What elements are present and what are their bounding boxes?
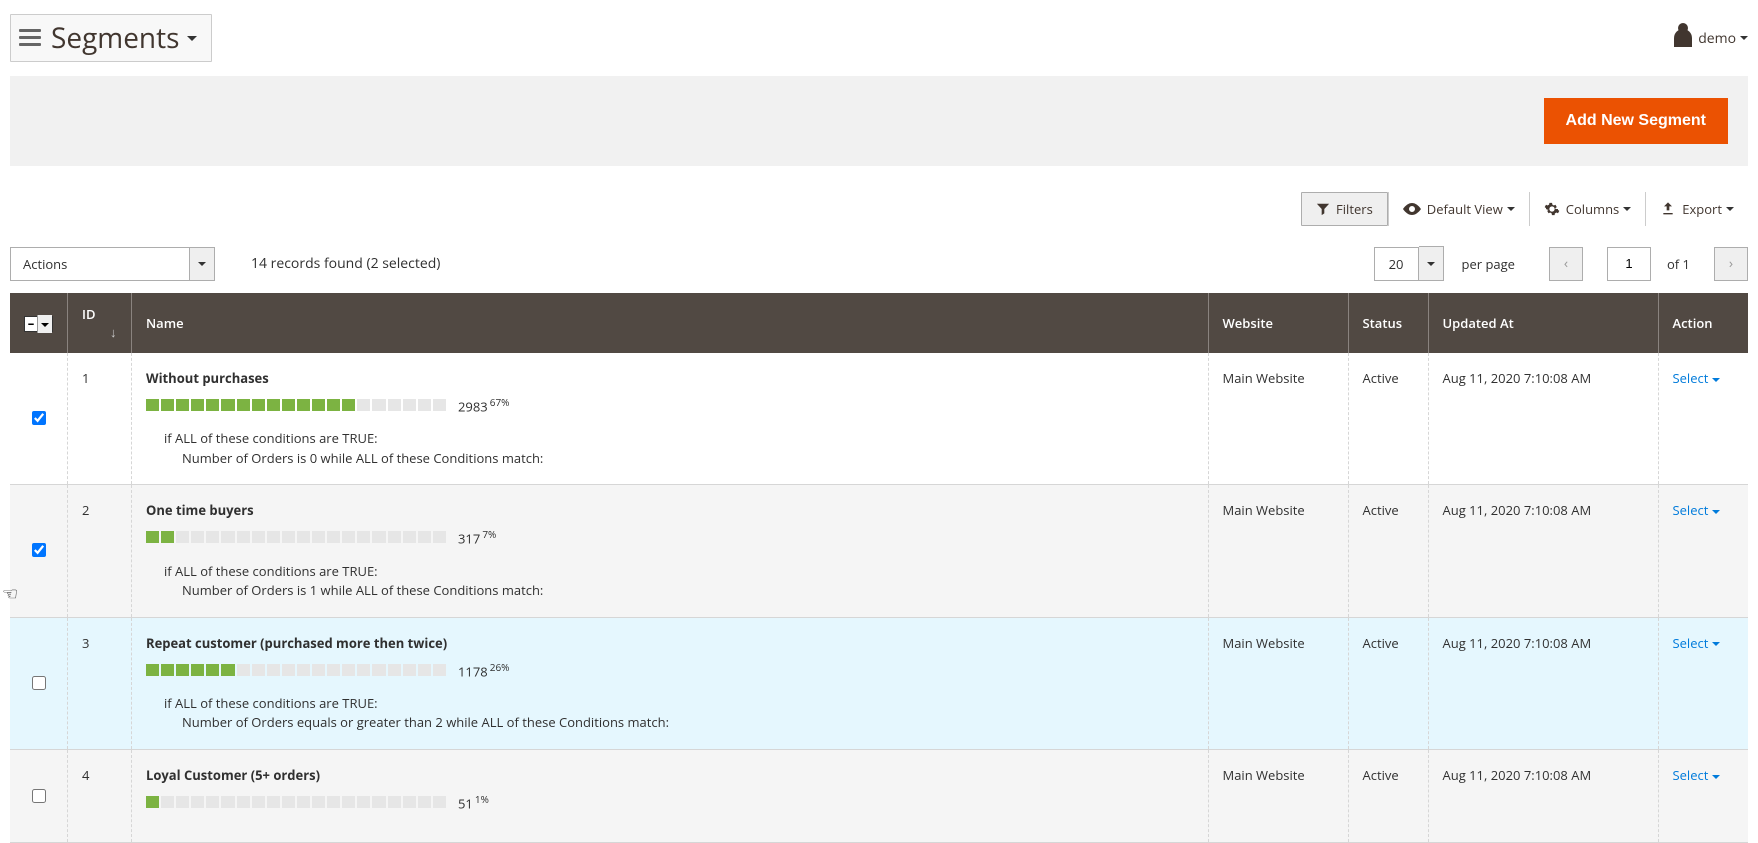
row-updated-at: Aug 11, 2020 7:10:08 AM (1428, 485, 1658, 617)
row-select-action[interactable]: Select (1673, 766, 1721, 784)
row-status: Active (1348, 485, 1428, 617)
row-website: Main Website (1208, 485, 1348, 617)
page-title[interactable]: Segments (10, 14, 212, 62)
row-count: 117826% (458, 660, 509, 680)
gear-icon (1544, 201, 1560, 217)
row-select-action[interactable]: Select (1673, 369, 1721, 387)
menu-icon (19, 29, 41, 47)
actions-label: Actions (10, 247, 190, 281)
progress-bar (146, 399, 446, 411)
chevron-down-icon (1623, 207, 1631, 211)
chevron-down-icon (37, 315, 52, 333)
row-id: 4 (68, 749, 132, 842)
row-name: Loyal Customer (5+ orders) (146, 766, 1194, 784)
chevron-down-icon (187, 29, 197, 48)
chevron-down-icon (1712, 510, 1720, 514)
user-menu[interactable]: demo (1674, 29, 1748, 48)
per-page-select[interactable]: 20 (1374, 246, 1444, 281)
columns-button[interactable]: Columns (1529, 192, 1645, 226)
row-updated-at: Aug 11, 2020 7:10:08 AM (1428, 353, 1658, 485)
row-website: Main Website (1208, 617, 1348, 749)
row-status: Active (1348, 617, 1428, 749)
chevron-down-icon (190, 247, 215, 281)
column-header-status[interactable]: Status (1348, 293, 1428, 353)
chevron-down-icon (1726, 207, 1734, 211)
row-id: 3 (68, 617, 132, 749)
table-row[interactable]: 3 Repeat customer (purchased more then tw… (10, 617, 1748, 749)
add-new-segment-button[interactable]: Add New Segment (1544, 98, 1728, 144)
chevron-down-icon (1740, 36, 1748, 40)
row-name: One time buyers (146, 501, 1194, 519)
page-title-text: Segments (51, 19, 179, 57)
records-found-text: 14 records found (2 selected) (251, 254, 440, 273)
chevron-down-icon (1507, 207, 1515, 211)
column-header-checkbox[interactable]: – (10, 293, 68, 353)
page-number-input[interactable] (1607, 247, 1651, 281)
eye-icon (1403, 202, 1421, 216)
progress-bar (146, 664, 446, 676)
row-website: Main Website (1208, 749, 1348, 842)
export-button[interactable]: Export (1645, 192, 1748, 226)
per-page-label: per page (1462, 255, 1515, 273)
indeterminate-icon: – (25, 318, 37, 329)
filters-button[interactable]: Filters (1301, 192, 1388, 226)
row-checkbox[interactable] (32, 411, 46, 425)
page-total-label: of 1 (1667, 255, 1690, 273)
row-select-action[interactable]: Select (1673, 501, 1721, 519)
row-count: 3177% (458, 527, 496, 547)
column-header-name[interactable]: Name (132, 293, 1209, 353)
row-name: Repeat customer (purchased more then twi… (146, 634, 1194, 652)
table-row[interactable]: 1 Without purchases 298367% if ALL of these… (10, 353, 1748, 485)
user-icon (1674, 29, 1692, 47)
row-count: 298367% (458, 395, 509, 415)
row-status: Active (1348, 353, 1428, 485)
table-row[interactable]: 4 Loyal Customer (5+ orders) 511% Main Webs… (10, 749, 1748, 842)
row-conditions: if ALL of these conditions are TRUE:Numb… (164, 429, 1194, 468)
progress-bar (146, 796, 446, 808)
sort-arrow-icon (110, 323, 117, 341)
row-updated-at: Aug 11, 2020 7:10:08 AM (1428, 617, 1658, 749)
export-label: Export (1682, 200, 1722, 218)
row-id: 2 (68, 485, 132, 617)
chevron-down-icon (1712, 775, 1720, 779)
column-header-website[interactable]: Website (1208, 293, 1348, 353)
progress-bar (146, 531, 446, 543)
actions-dropdown[interactable]: Actions (10, 247, 215, 281)
chevron-down-icon (1419, 246, 1444, 281)
row-pct: 67% (490, 395, 510, 409)
row-pct: 1% (475, 792, 489, 806)
row-updated-at: Aug 11, 2020 7:10:08 AM (1428, 749, 1658, 842)
chevron-down-icon (1712, 378, 1720, 382)
default-view-button[interactable]: Default View (1388, 192, 1529, 226)
row-conditions: if ALL of these conditions are TRUE:Numb… (164, 562, 1194, 601)
column-header-updated-at[interactable]: Updated At (1428, 293, 1658, 353)
row-status: Active (1348, 749, 1428, 842)
default-view-label: Default View (1427, 200, 1503, 218)
column-header-id[interactable]: ID (68, 293, 132, 353)
chevron-down-icon (1712, 642, 1720, 646)
next-page-button[interactable]: › (1714, 247, 1748, 281)
row-id: 1 (68, 353, 132, 485)
filter-icon (1316, 202, 1330, 216)
column-header-action[interactable]: Action (1658, 293, 1748, 353)
row-website: Main Website (1208, 353, 1348, 485)
table-row[interactable]: 2 One time buyers 3177% if ALL of these con… (10, 485, 1748, 617)
row-pct: 26% (490, 660, 510, 674)
filters-label: Filters (1336, 200, 1373, 218)
prev-page-button[interactable]: ‹ (1549, 247, 1583, 281)
export-icon (1660, 201, 1676, 217)
row-checkbox[interactable] (32, 543, 46, 557)
columns-label: Columns (1566, 200, 1619, 218)
row-checkbox[interactable] (32, 789, 46, 803)
user-name: demo (1698, 29, 1736, 48)
segments-grid: – ID Name Website Status Updated At Acti… (10, 293, 1748, 843)
row-select-action[interactable]: Select (1673, 634, 1721, 652)
row-checkbox[interactable] (32, 676, 46, 690)
row-count: 511% (458, 792, 489, 812)
row-conditions: if ALL of these conditions are TRUE:Numb… (164, 694, 1194, 733)
row-name: Without purchases (146, 369, 1194, 387)
row-pct: 7% (482, 527, 496, 541)
per-page-value: 20 (1374, 247, 1419, 281)
